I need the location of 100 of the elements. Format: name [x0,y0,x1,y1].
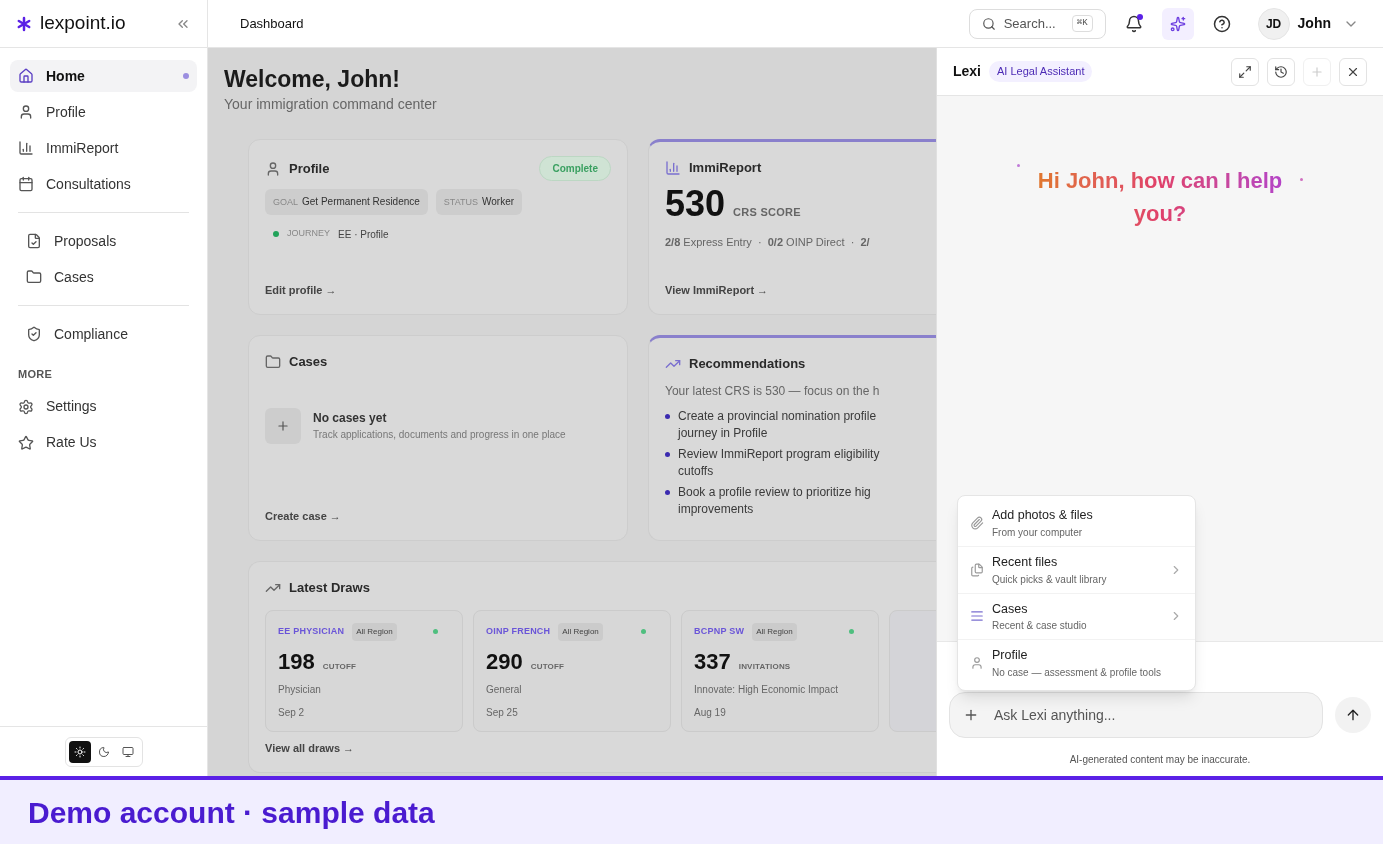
user-icon [265,160,281,177]
info-chip: GOAL Get Permanent Residence [265,189,428,215]
lines-icon [970,609,984,624]
recommendation-text: Create a provincial nomination profile journey in Profile [678,407,877,442]
sidebar-item[interactable]: Profile [10,96,197,128]
menu-item-title: Recent files [992,553,1059,571]
expand-button[interactable] [1231,57,1259,86]
theme-mode-button[interactable] [68,740,91,763]
program-name: OINP FRENCH [486,624,551,638]
draw-description: Innovate: High Economic Impact [694,682,839,697]
calendar-icon [18,176,34,192]
shield-icon [26,326,42,342]
bell-icon [1124,14,1143,33]
star-icon [18,434,34,451]
search-button[interactable]: Search... ⌘K [968,8,1106,39]
sidebar-item[interactable]: Settings [10,390,197,423]
draw-description: General [486,682,523,697]
menu-item[interactable]: Recent files Quick picks & vault library [958,545,1195,593]
sidebar-item[interactable]: Proposals [18,225,189,257]
sidebar-item[interactable]: Cases [18,261,189,293]
sidebar-item[interactable]: Home [10,60,197,92]
draw-description: Physician [278,682,322,697]
page-title: Dashboard [240,14,304,33]
home-icon [18,68,34,84]
recommendation-intro: Your latest CRS is 530 — focus on the h [665,382,881,400]
sidebar-item[interactable]: Rate Us [10,426,197,459]
bullet-icon [665,451,670,457]
draw-date: Aug 19 [694,705,727,720]
bar-chart-icon [665,159,681,176]
user-icon [970,656,984,671]
menu-item-title: Cases [992,600,1029,618]
draw-unit: INVITATIONS [738,660,791,673]
region-tag: All Region [558,622,603,641]
recommendation-text: Book a profile review to prioritize hig improvements [678,483,871,518]
program-stats: 2/8 Express Entry · 0/2 OINP Direct · 2/ [665,234,871,250]
menu-item-title: Profile [992,647,1029,665]
assistant-button[interactable] [1161,7,1194,40]
card-title: Cases [289,353,328,371]
draw-unit: CUTOFF [322,660,357,673]
card-title: ImmiReport [689,159,762,177]
files-icon [970,562,984,577]
sidebar-item[interactable]: ImmiReport [10,132,197,164]
draw-value: 290 [486,647,523,676]
journey-label: JOURNEY [287,227,330,241]
card-title: Profile [289,159,330,178]
empty-title: No cases yet [313,410,388,427]
welcome-heading: Welcome, John! [224,65,401,94]
history-icon [1274,64,1288,79]
recommendation-text: Review ImmiReport program eligibility cutoffs [678,445,880,480]
journey-value: EE · Profile [338,227,389,242]
menu-item-subtitle: From your computer [992,525,1084,540]
shortcut-key: ⌘K [1071,14,1093,33]
document-check-icon [26,233,42,249]
plus-icon [963,707,979,723]
menu-item[interactable]: Cases Recent & case studio [958,592,1195,640]
draw-value: 198 [278,647,315,676]
card-title: Latest Draws [289,579,370,597]
sidebar-item[interactable]: Compliance [18,318,189,350]
bar-chart-icon [18,140,34,156]
help-icon [1212,14,1231,33]
brand-name: lexpoint.io [40,11,126,36]
card-title: Recommendations [689,355,806,373]
program-name: BCPNP SW [694,624,745,638]
send-button[interactable] [1335,697,1371,733]
sparkles-icon [1169,15,1186,32]
menu-item-subtitle: No case — assessment & profile tools [992,666,1162,680]
crs-score: 530 [665,181,726,226]
banner-text: Demo account · sample data [28,794,435,831]
region-tag: All Region [352,622,397,641]
menu-item[interactable]: Add photos & files From your computer [958,500,1195,546]
edit-profile-link[interactable]: Edit profile → [265,281,611,298]
plus-icon [1310,64,1324,79]
history-button[interactable] [1267,57,1295,86]
folder-icon [265,353,281,370]
paperclip-icon [970,515,984,530]
draw-date: Sep 2 [278,705,306,720]
view-all-draws-link[interactable]: View all draws → [265,739,920,756]
draw-date: Sep 25 [486,705,519,720]
region-tag: All Region [752,622,797,641]
menu-item-subtitle: Quick picks & vault library [992,572,1108,587]
score-label: CRS SCORE [733,204,801,220]
menu-item[interactable]: Profile No case — assessment & profile tools [958,639,1195,686]
bullet-icon [665,413,670,419]
settings-icon [18,398,34,415]
status-badge: Complete [539,156,611,181]
menu-item-title: Add photos & files [992,507,1094,524]
sidebar-item[interactable]: Consultations [10,168,197,200]
view-immireport-link[interactable]: View ImmiReport → [665,281,920,298]
assistant-badge: AI Legal Assistant [989,61,1093,82]
expand-icon [1238,64,1252,79]
empty-description: Track applications, documents and progress in one place [313,428,566,442]
draw-unit: CUTOFF [530,660,565,673]
folder-icon [26,269,42,285]
assistant-name: Lexi [953,62,981,81]
bullet-icon [665,489,670,495]
create-case-link[interactable]: Create case → [265,507,611,524]
message-input[interactable]: Ask Lexi anything... [949,692,1323,738]
monitor-icon [121,745,134,758]
info-chip: STATUS Worker [435,189,523,215]
user-menu-button[interactable]: JD John [1257,7,1359,40]
